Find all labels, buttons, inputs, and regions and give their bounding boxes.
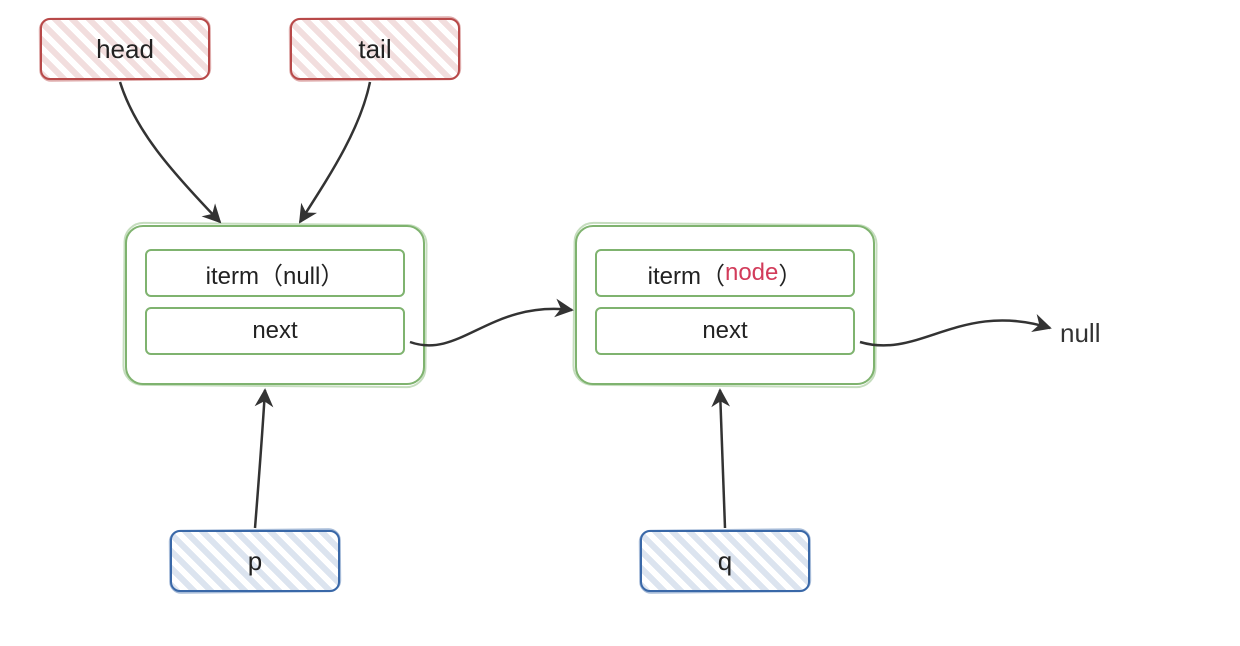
node-1-item-label: iterm（null）	[206, 256, 345, 291]
terminal-null: null	[1060, 318, 1100, 349]
node-2-item-prefix: iterm（	[648, 256, 725, 291]
node-1-next-label: next	[252, 317, 297, 345]
pointer-head-label: head	[96, 34, 154, 65]
node-1-item: iterm（null）	[145, 249, 405, 297]
arrow-node1-next-to-node2	[410, 309, 572, 346]
node-1: iterm（null） next	[125, 225, 425, 385]
arrow-head-to-node1	[120, 82, 220, 222]
node-2-item: iterm（node）	[595, 249, 855, 297]
pointer-q: q	[640, 530, 810, 592]
arrow-q-to-node2	[720, 390, 725, 528]
pointer-p-label: p	[248, 546, 262, 577]
pointer-q-label: q	[718, 546, 732, 577]
node-2-item-value: node	[725, 259, 778, 287]
pointer-p: p	[170, 530, 340, 592]
arrow-p-to-node1	[255, 390, 265, 528]
node-2-next: next	[595, 307, 855, 355]
arrow-tail-to-node1	[300, 82, 370, 222]
terminal-null-label: null	[1060, 318, 1100, 348]
pointer-tail-label: tail	[358, 34, 391, 65]
node-2: iterm（node） next	[575, 225, 875, 385]
pointer-head: head	[40, 18, 210, 80]
diagram-stage: head tail iterm（null） next iterm（node） n…	[0, 0, 1240, 646]
pointer-tail: tail	[290, 18, 460, 80]
arrow-node2-next-to-null	[860, 320, 1050, 345]
node-2-item-suffix: ）	[778, 256, 802, 291]
node-1-next: next	[145, 307, 405, 355]
node-2-next-label: next	[702, 317, 747, 345]
